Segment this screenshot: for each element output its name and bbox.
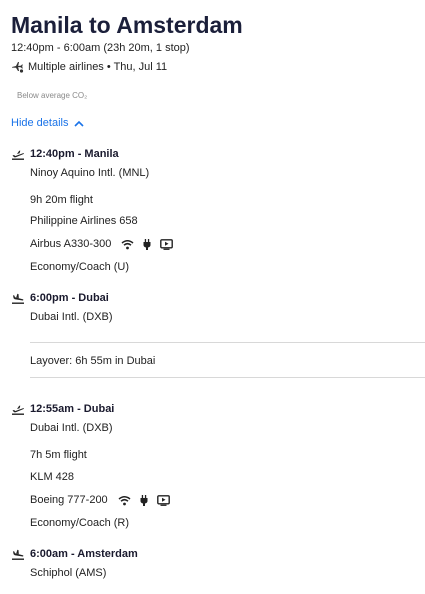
segment-1-aircraft-row: Airbus A330-300 [30,238,174,250]
layover-divider-top [30,342,425,343]
hide-details-label: Hide details [11,117,69,129]
segment-2-cabin: Economy/Coach (R) [30,517,130,529]
layover-divider-bottom [30,377,425,378]
chevron-up-icon [74,120,85,127]
segment-2-aircraft: Boeing 777-200 [30,494,108,506]
segment-2-aircraft-row: Boeing 777-200 [30,494,170,506]
layover-text: Layover: 6h 55m in Dubai [30,355,156,367]
landing-icon [12,549,24,560]
segment-2-amenities [118,494,170,506]
takeoff-icon [12,405,24,415]
segment-2-departure-label: 12:55am - Dubai [30,403,115,415]
segment-2-arrival: 6:00am - Amsterdam [11,548,138,560]
segment-1-duration: 9h 20m flight [30,194,93,206]
hide-details-button[interactable]: Hide details [11,117,85,129]
segment-1-departure-airport: Ninoy Aquino Intl. (MNL) [30,167,150,179]
segment-1-amenities [121,238,174,250]
segment-2-departure-airport: Dubai Intl. (DXB) [30,422,113,434]
landing-icon [12,293,24,304]
takeoff-icon [12,150,24,160]
power-plug-icon [143,238,151,250]
wifi-icon [118,495,131,505]
trip-summary: 12:40pm - 6:00am (23h 20m, 1 stop) [11,42,190,54]
airlines-line: Multiple airlines • Thu, Jul 11 [11,61,167,73]
entertainment-screen-icon [160,238,174,250]
airlines-text: Multiple airlines • Thu, Jul 11 [28,61,168,73]
segment-2-departure: 12:55am - Dubai [11,403,114,415]
multi-airline-icon [12,62,24,73]
power-plug-icon [140,494,148,506]
segment-1-departure-label: 12:40pm - Manila [30,148,119,160]
segment-1-arrival-airport: Dubai Intl. (DXB) [30,311,113,323]
segment-1-cabin: Economy/Coach (U) [30,261,130,273]
segment-2-duration: 7h 5m flight [30,449,87,461]
segment-1-flight-number: Philippine Airlines 658 [30,215,138,227]
segment-1-arrival-label: 6:00pm - Dubai [30,292,109,304]
segment-2-arrival-airport: Schiphol (AMS) [30,567,107,579]
entertainment-screen-icon [156,494,170,506]
segment-1-departure: 12:40pm - Manila [11,148,119,160]
wifi-icon [121,239,134,249]
segment-1-aircraft: Airbus A330-300 [30,238,112,250]
segment-1-arrival: 6:00pm - Dubai [11,292,109,304]
segment-2-flight-number: KLM 428 [30,471,75,483]
page-title: Manila to Amsterdam [11,12,243,38]
emissions-badge: Below average CO₂ [17,91,88,100]
segment-2-arrival-label: 6:00am - Amsterdam [30,548,138,560]
